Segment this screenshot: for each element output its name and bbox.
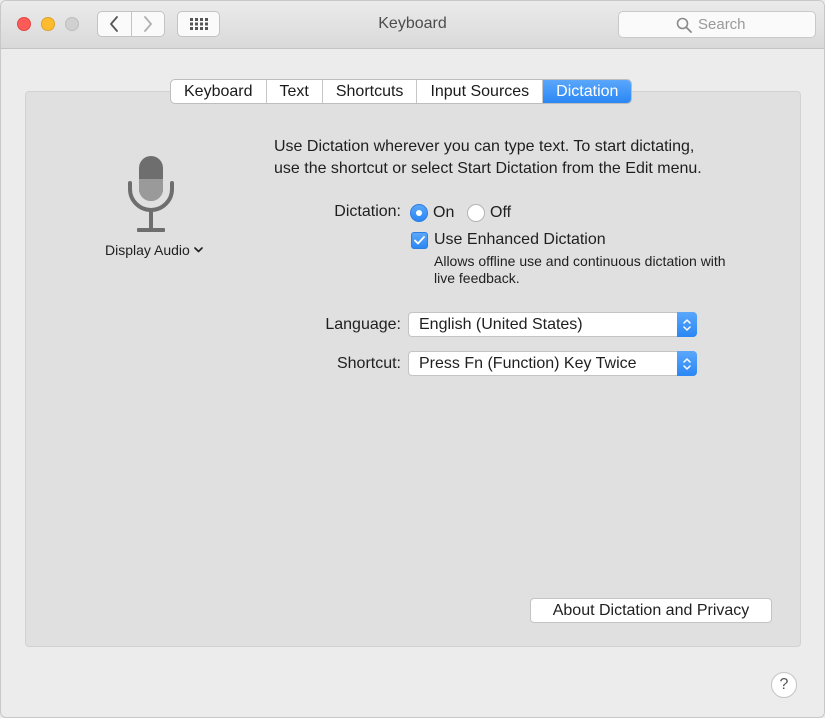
tab-input-sources[interactable]: Input Sources [416, 80, 542, 103]
language-value: English (United States) [419, 315, 583, 333]
chevron-left-icon [110, 16, 119, 32]
navigation-buttons [97, 11, 165, 37]
enhanced-dictation-checkbox[interactable] [411, 232, 428, 249]
enhanced-dictation-help: Allows offline use and continuous dictat… [434, 253, 726, 286]
help-button[interactable]: ? [771, 672, 797, 698]
shortcut-label: Shortcut: [336, 355, 401, 372]
search-field[interactable] [618, 11, 816, 38]
enhanced-dictation-label[interactable]: Use Enhanced Dictation [434, 231, 606, 249]
chevron-down-icon [194, 247, 203, 253]
tab-text[interactable]: Text [265, 80, 322, 103]
forward-button[interactable] [130, 12, 165, 36]
audio-source-label: Display Audio [105, 242, 190, 258]
title-bar: Keyboard [1, 1, 824, 49]
dictation-off-radio[interactable]: Off [467, 204, 511, 222]
up-down-arrows-icon [683, 357, 691, 370]
dictation-description: Use Dictation wherever you can type text… [274, 138, 702, 177]
audio-source-popup[interactable]: Display Audio [105, 242, 203, 258]
tab-keyboard[interactable]: Keyboard [171, 80, 265, 103]
about-dictation-privacy-button[interactable]: About Dictation and Privacy [530, 598, 772, 623]
tab-bar: Keyboard Text Shortcuts Input Sources Di… [170, 79, 633, 104]
dictation-label: Dictation: [334, 203, 401, 220]
dictation-on-radio[interactable]: On [410, 204, 454, 222]
search-input[interactable] [698, 16, 758, 33]
tab-dictation[interactable]: Dictation [542, 80, 632, 103]
shortcut-popup[interactable]: Press Fn (Function) Key Twice [408, 351, 697, 376]
language-popup[interactable]: English (United States) [408, 312, 697, 337]
tab-shortcuts[interactable]: Shortcuts [321, 80, 417, 103]
radio-unselected-icon [467, 204, 485, 222]
chevron-right-icon [143, 16, 152, 32]
shortcut-stepper[interactable] [677, 351, 697, 376]
preferences-window: Keyboard Keyboard Text Shortcuts Input S… [0, 0, 825, 718]
close-button[interactable] [17, 17, 31, 31]
language-label: Language: [325, 316, 401, 333]
search-icon [676, 17, 692, 33]
microphone-icon [128, 156, 174, 232]
up-down-arrows-icon [683, 318, 691, 331]
minimize-button[interactable] [41, 17, 55, 31]
language-stepper[interactable] [677, 312, 697, 337]
radio-selected-icon [410, 204, 428, 222]
back-button[interactable] [98, 12, 131, 36]
grid-icon [189, 18, 208, 30]
zoom-button [65, 17, 79, 31]
show-all-button[interactable] [177, 11, 220, 37]
checkmark-icon [414, 236, 425, 245]
shortcut-value: Press Fn (Function) Key Twice [419, 354, 637, 372]
